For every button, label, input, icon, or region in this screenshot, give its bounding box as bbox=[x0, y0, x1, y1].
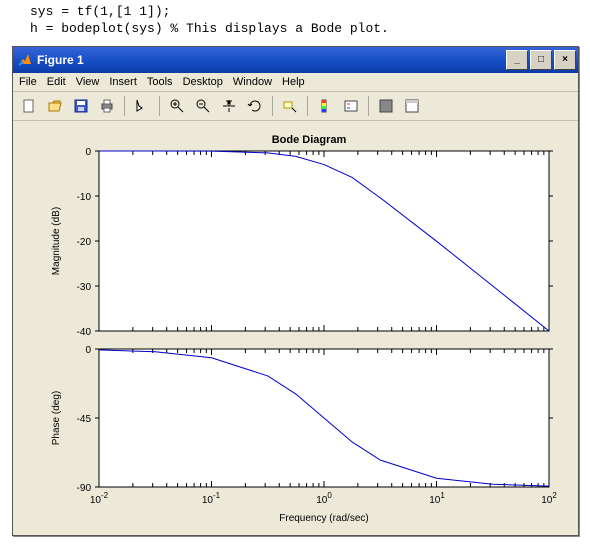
open-button[interactable] bbox=[43, 94, 67, 118]
menu-edit[interactable]: Edit bbox=[47, 76, 66, 88]
toolbar-separator bbox=[124, 96, 125, 116]
svg-text:-10: -10 bbox=[77, 192, 92, 203]
show-tools-button[interactable] bbox=[400, 94, 424, 118]
print-button[interactable] bbox=[95, 94, 119, 118]
menu-window[interactable]: Window bbox=[233, 76, 272, 88]
phase-axes: 0 -45 -90 Phase (deg) 10-2 10-1 100 101 … bbox=[51, 345, 557, 524]
magnitude-axes: 0 -10 -20 -30 -40 Magnitude (dB) bbox=[51, 147, 553, 338]
svg-text:101: 101 bbox=[429, 491, 445, 506]
svg-text:-40: -40 bbox=[77, 327, 92, 338]
zoom-in-button[interactable] bbox=[165, 94, 189, 118]
toolbar-separator bbox=[159, 96, 160, 116]
svg-text:0: 0 bbox=[85, 345, 91, 356]
hide-tools-button[interactable] bbox=[374, 94, 398, 118]
menu-desktop[interactable]: Desktop bbox=[183, 76, 223, 88]
toolbar bbox=[13, 92, 578, 121]
data-cursor-button[interactable] bbox=[278, 94, 302, 118]
minimize-button[interactable]: _ bbox=[506, 50, 528, 70]
svg-text:-45: -45 bbox=[77, 414, 92, 425]
toolbar-separator bbox=[368, 96, 369, 116]
maximize-button[interactable]: □ bbox=[530, 50, 552, 70]
toolbar-separator bbox=[272, 96, 273, 116]
svg-text:0: 0 bbox=[85, 147, 91, 158]
code-snippet: sys = tf(1,[1 1]); h = bodeplot(sys) % T… bbox=[0, 0, 590, 46]
svg-text:-20: -20 bbox=[77, 237, 92, 248]
svg-text:100: 100 bbox=[316, 491, 332, 506]
save-button[interactable] bbox=[69, 94, 93, 118]
menu-tools[interactable]: Tools bbox=[147, 76, 173, 88]
menu-insert[interactable]: Insert bbox=[109, 76, 137, 88]
window-title: Figure 1 bbox=[37, 53, 506, 67]
svg-text:10-1: 10-1 bbox=[202, 491, 221, 506]
svg-text:-90: -90 bbox=[77, 483, 92, 494]
svg-text:102: 102 bbox=[541, 491, 557, 506]
toolbar-separator bbox=[307, 96, 308, 116]
menu-file[interactable]: File bbox=[19, 76, 37, 88]
chart-title: Bode Diagram bbox=[272, 134, 347, 146]
bode-plot[interactable]: Bode Diagram 0 -10 -20 -30 -40 bbox=[19, 127, 571, 529]
new-figure-button[interactable] bbox=[17, 94, 41, 118]
mag-ylabel: Magnitude (dB) bbox=[51, 207, 62, 275]
edit-plot-button[interactable] bbox=[130, 94, 154, 118]
menubar: File Edit View Insert Tools Desktop Wind… bbox=[13, 73, 578, 92]
menu-help[interactable]: Help bbox=[282, 76, 305, 88]
figure-window: Figure 1 _ □ × File Edit View Insert Too… bbox=[12, 46, 579, 536]
colorbar-button[interactable] bbox=[313, 94, 337, 118]
titlebar[interactable]: Figure 1 _ □ × bbox=[13, 47, 578, 73]
pan-button[interactable] bbox=[217, 94, 241, 118]
legend-button[interactable] bbox=[339, 94, 363, 118]
close-button[interactable]: × bbox=[554, 50, 576, 70]
phase-ylabel: Phase (deg) bbox=[51, 391, 62, 445]
rotate-button[interactable] bbox=[243, 94, 267, 118]
svg-text:-30: -30 bbox=[77, 282, 92, 293]
zoom-out-button[interactable] bbox=[191, 94, 215, 118]
plot-area[interactable]: Bode Diagram 0 -10 -20 -30 -40 bbox=[13, 121, 578, 535]
menu-view[interactable]: View bbox=[76, 76, 100, 88]
matlab-icon bbox=[17, 52, 33, 68]
svg-text:10-2: 10-2 bbox=[90, 491, 109, 506]
xlabel: Frequency (rad/sec) bbox=[279, 513, 368, 524]
